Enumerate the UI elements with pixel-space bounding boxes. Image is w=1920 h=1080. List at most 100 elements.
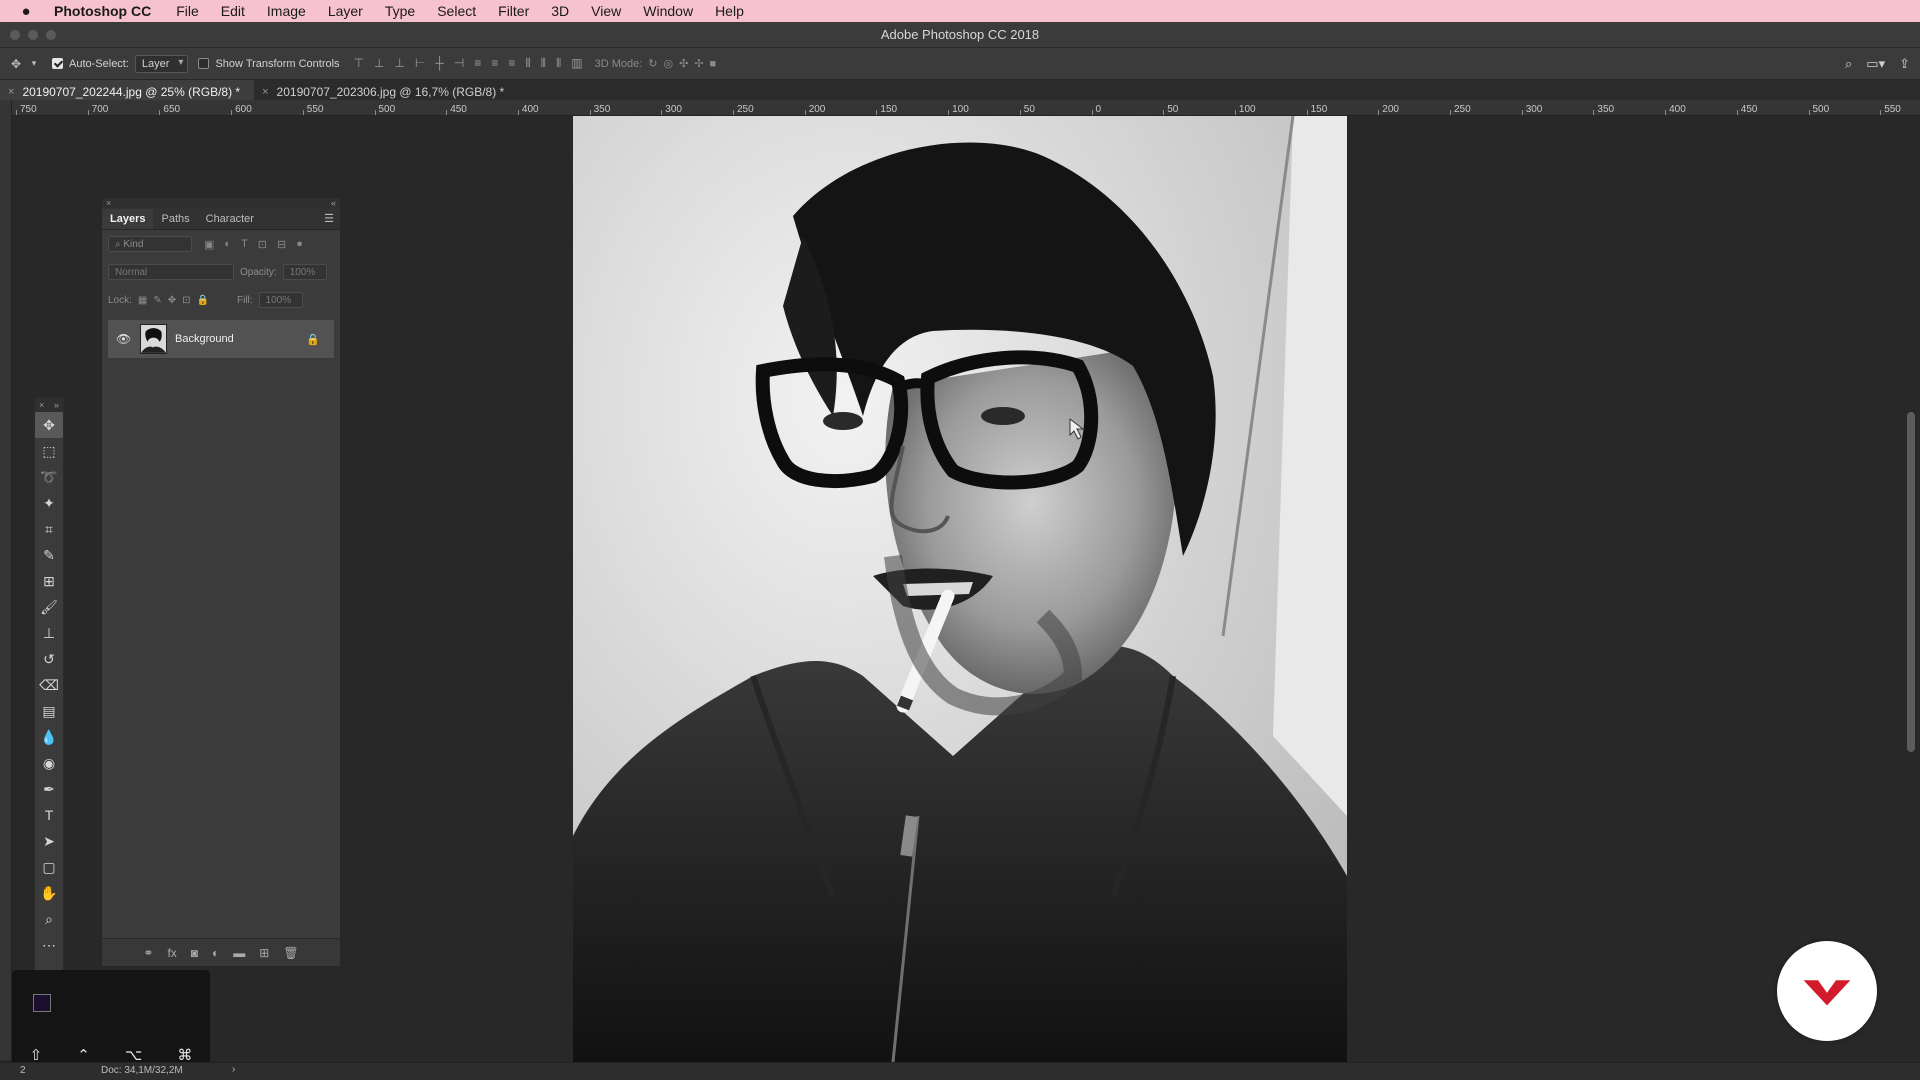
eye-icon[interactable]: 👁 [116, 332, 132, 346]
filter-smart-object-icon[interactable]: ⊟ [277, 238, 286, 251]
lock-transparent-icon[interactable]: ▦ [138, 295, 147, 306]
lasso-tool-icon[interactable]: ➰ [35, 464, 63, 490]
drag-3d-icon[interactable]: ✣ [679, 57, 688, 70]
apple-icon[interactable]: ● [0, 3, 52, 20]
clone-stamp-tool-icon[interactable]: ⊥ [35, 620, 63, 646]
opacity-field[interactable]: 100% [282, 264, 327, 280]
layer-lock-icon[interactable]: 🔒 [306, 333, 320, 346]
distribute-left-icon[interactable]: ⦀ [525, 56, 530, 71]
shape-tool-icon[interactable]: ▢ [35, 854, 63, 880]
collapse-panel-icon[interactable]: » [54, 400, 59, 410]
menu-layer[interactable]: Layer [317, 3, 374, 19]
align-vcenter-icon[interactable]: ⊥ [374, 56, 384, 71]
close-tab-icon[interactable]: × [262, 86, 268, 98]
workspace-icon[interactable]: ▭▾ [1866, 56, 1885, 72]
distribute-vcenter-icon[interactable]: ≡ [491, 56, 498, 71]
align-top-icon[interactable]: ⊤ [354, 56, 364, 71]
tab-paths[interactable]: Paths [153, 209, 197, 229]
blur-tool-icon[interactable]: 💧 [35, 724, 63, 750]
filter-toggle-icon[interactable]: ● [296, 238, 303, 251]
auto-align-icon[interactable]: ▥ [571, 56, 582, 71]
move-tool-icon[interactable]: ✥ [35, 412, 63, 438]
tab-character[interactable]: Character [198, 209, 262, 229]
orbit-3d-icon[interactable]: ↻ [648, 57, 657, 70]
more-tools-icon[interactable]: ⋯ [35, 932, 63, 958]
collapse-panel-icon[interactable]: « [331, 198, 336, 208]
history-brush-tool-icon[interactable]: ↺ [35, 646, 63, 672]
type-tool-icon[interactable]: T [35, 802, 63, 828]
adjustment-layer-icon[interactable]: ◐ [212, 946, 219, 960]
filter-shape-icon[interactable]: ⊡ [258, 238, 267, 251]
auto-select-dropdown[interactable]: Layer [134, 54, 189, 73]
menu-image[interactable]: Image [256, 3, 317, 19]
add-mask-icon[interactable]: ◙ [191, 946, 198, 960]
menu-edit[interactable]: Edit [210, 3, 256, 19]
tab-document-2[interactable]: × 20190707_202306.jpg @ 16,7% (RGB/8) * [254, 80, 518, 100]
eyedropper-tool-icon[interactable]: ✎ [35, 542, 63, 568]
move-tool-preset-icon[interactable]: ✥ [8, 56, 24, 72]
menu-help[interactable]: Help [704, 3, 755, 19]
blend-mode-dropdown[interactable]: Normal [108, 264, 234, 280]
align-bottom-icon[interactable]: ⊥ [394, 56, 404, 71]
app-menu[interactable]: Photoshop CC [52, 3, 165, 19]
layer-row[interactable]: 👁 Background 🔒 [108, 320, 334, 358]
path-selection-tool-icon[interactable]: ➤ [35, 828, 63, 854]
marquee-tool-icon[interactable]: ⬚ [35, 438, 63, 464]
gradient-tool-icon[interactable]: ▤ [35, 698, 63, 724]
dodge-tool-icon[interactable]: ◉ [35, 750, 63, 776]
fill-field[interactable]: 100% [258, 292, 303, 308]
crop-tool-icon[interactable]: ⌗ [35, 516, 63, 542]
close-tab-icon[interactable]: × [8, 86, 14, 98]
distribute-top-icon[interactable]: ≡ [474, 56, 481, 71]
tab-document-1[interactable]: × 20190707_202244.jpg @ 25% (RGB/8) * [0, 80, 255, 100]
distribute-bottom-icon[interactable]: ≡ [508, 56, 515, 71]
slide-3d-icon[interactable]: ✢ [694, 57, 703, 70]
link-layers-icon[interactable]: ⚭ [143, 946, 153, 960]
filter-type-icon[interactable]: T [241, 238, 248, 251]
filter-adjustment-icon[interactable]: ◐ [224, 238, 231, 251]
tab-layers[interactable]: Layers [102, 208, 154, 229]
layer-kind-filter[interactable]: ⌕ Kind [108, 236, 192, 252]
document-canvas-image[interactable] [573, 116, 1347, 1062]
vertical-scrollbar[interactable] [1907, 412, 1915, 752]
distribute-hcenter-icon[interactable]: ⦀ [541, 56, 546, 71]
panel-menu-icon[interactable]: ☰ [324, 212, 340, 225]
chevron-down-icon[interactable]: ▾ [30, 56, 38, 72]
share-icon[interactable]: ⇪ [1899, 56, 1910, 72]
new-layer-icon[interactable]: ⊞ [259, 946, 269, 960]
zoom-level[interactable]: 2 [20, 1065, 26, 1076]
hand-tool-icon[interactable]: ✋ [35, 880, 63, 906]
menu-file[interactable]: File [165, 3, 210, 19]
lock-paint-icon[interactable]: ✎ [153, 295, 161, 306]
foreground-color-swatch[interactable] [33, 994, 51, 1012]
zoom-tool-icon[interactable]: ⌕ [35, 906, 63, 932]
menu-window[interactable]: Window [632, 3, 704, 19]
horizontal-ruler[interactable]: 750 700 650 600 550 500 450 400 350 300 250 200 150 1… [12, 100, 1920, 116]
pen-tool-icon[interactable]: ✒ [35, 776, 63, 802]
close-panel-icon[interactable]: × [39, 400, 44, 410]
chevron-right-icon[interactable]: › [232, 1064, 235, 1075]
roll-3d-icon[interactable]: ◎ [664, 57, 674, 70]
align-left-icon[interactable]: ⊢ [415, 56, 425, 71]
lock-artboard-icon[interactable]: ⊡ [182, 295, 190, 306]
menu-select[interactable]: Select [426, 3, 487, 19]
delete-layer-icon[interactable]: 🗑 [283, 946, 298, 960]
filter-pixel-icon[interactable]: ▣ [204, 238, 214, 251]
vertical-ruler[interactable] [0, 100, 12, 1060]
transform-controls-checkbox[interactable] [198, 58, 210, 69]
scale-3d-icon[interactable]: ■ [710, 58, 717, 70]
menu-view[interactable]: View [580, 3, 632, 19]
healing-brush-tool-icon[interactable]: ⊞ [35, 568, 63, 594]
layer-style-icon[interactable]: fx [167, 946, 176, 960]
menu-filter[interactable]: Filter [487, 3, 540, 19]
brush-tool-icon[interactable]: 🖌 [35, 594, 63, 620]
menu-3d[interactable]: 3D [540, 3, 580, 19]
lock-all-icon[interactable]: 🔒 [197, 295, 209, 306]
new-group-icon[interactable]: ▬ [233, 946, 245, 960]
eraser-tool-icon[interactable]: ⌫ [35, 672, 63, 698]
menu-type[interactable]: Type [374, 3, 426, 19]
align-right-icon[interactable]: ⊣ [454, 56, 464, 71]
close-panel-icon[interactable]: × [106, 198, 111, 208]
search-icon[interactable]: ⌕ [1845, 56, 1852, 72]
lock-position-icon[interactable]: ✥ [168, 295, 176, 306]
